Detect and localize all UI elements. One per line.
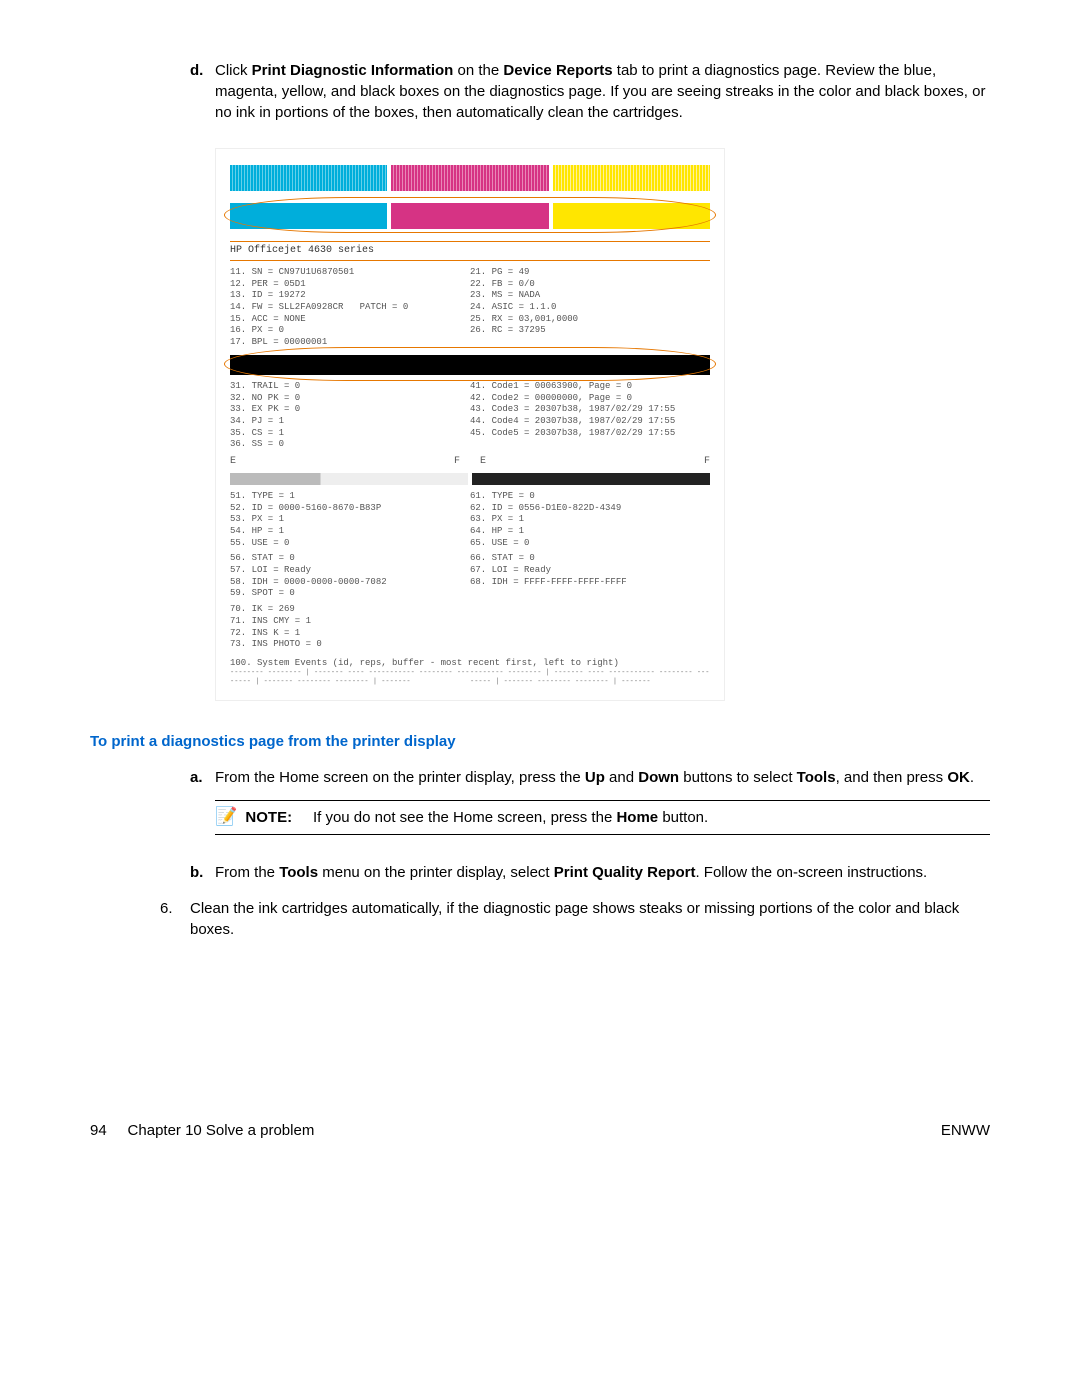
step-number-6: 6.	[160, 898, 190, 919]
diag-block-3-right: 61. TYPE = 0 62. ID = 0556-D1E0-822D-434…	[470, 491, 710, 549]
ink-level-bars	[230, 473, 710, 485]
footer-right: ENWW	[941, 1120, 990, 1141]
diag-tiny-right: -------- -------- | ------- ---- -------…	[470, 669, 710, 686]
solid-color-bars-row	[230, 203, 710, 229]
highlight-oval-black	[224, 347, 716, 381]
diag-block-3-left: 51. TYPE = 1 52. ID = 0000-5160-8670-B83…	[230, 491, 470, 549]
diag-block-1-left: 11. SN = CN97U1U6870501 12. PER = 05D1 1…	[230, 267, 470, 349]
step-letter-b: b.	[190, 862, 215, 883]
diagnostic-page-diagram: HP Officejet 4630 series 11. SN = CN97U1…	[215, 148, 725, 701]
note-icon: 📝	[215, 807, 237, 825]
step-6: 6. Clean the ink cartridges automaticall…	[160, 898, 990, 940]
diag-system-events: 100. System Events (id, reps, buffer - m…	[230, 657, 710, 670]
step-b-text: From the Tools menu on the printer displ…	[215, 862, 990, 883]
cyan-bar	[230, 165, 387, 191]
note-box: 📝 NOTE: If you do not see the Home scree…	[215, 800, 990, 835]
step-d-text: Click Print Diagnostic Information on th…	[215, 60, 990, 123]
step-b: b. From the Tools menu on the printer di…	[190, 862, 990, 883]
step-a: a. From the Home screen on the printer d…	[190, 767, 990, 847]
yellow-bar	[553, 165, 710, 191]
section-heading: To print a diagnostics page from the pri…	[90, 731, 990, 752]
diag-block-1-right: 21. PG = 49 22. FB = 0/0 23. MS = NADA 2…	[470, 267, 710, 337]
highlight-oval-top	[224, 197, 716, 233]
diag-block-4-right: 66. STAT = 0 67. LOI = Ready 68. IDH = F…	[470, 553, 710, 588]
diag-product-name: HP Officejet 4630 series	[230, 241, 710, 261]
footer-chapter: Chapter 10 Solve a problem	[128, 1122, 315, 1139]
step-a-text: From the Home screen on the printer disp…	[215, 767, 990, 847]
step-letter-a: a.	[190, 767, 215, 788]
step-d: d. Click Print Diagnostic Information on…	[190, 60, 990, 123]
diag-tiny-left: -------- -------- | ------- ---- -------…	[230, 669, 470, 686]
color-bars-row	[230, 165, 710, 191]
diag-block-5-left: 70. IK = 269 71. INS CMY = 1 72. INS K =…	[230, 604, 470, 651]
footer-page-number: 94	[90, 1122, 107, 1139]
diag-block-2-right: 41. Code1 = 00063900, Page = 0 42. Code2…	[470, 381, 710, 439]
magenta-bar	[391, 165, 548, 191]
step-letter-d: d.	[190, 60, 215, 81]
page-footer: 94 Chapter 10 Solve a problem ENWW	[90, 1120, 990, 1141]
diag-block-2-left: 31. TRAIL = 0 32. NO PK = 0 33. EX PK = …	[230, 381, 470, 451]
diag-block-4-left: 56. STAT = 0 57. LOI = Ready 58. IDH = 0…	[230, 553, 470, 600]
ef-labels: EF EF	[230, 455, 710, 469]
step-6-text: Clean the ink cartridges automatically, …	[190, 898, 990, 940]
